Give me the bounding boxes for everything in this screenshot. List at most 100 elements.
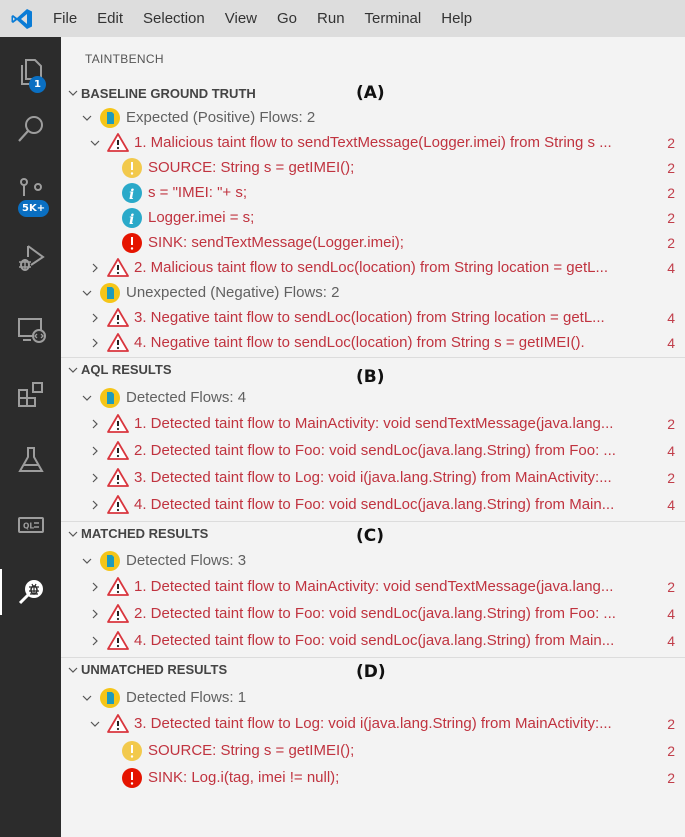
step-count: 2 xyxy=(667,184,675,201)
flow-step-info[interactable]: i s = "IMEI: "+ s; 2 xyxy=(61,180,685,205)
activity-testing[interactable] xyxy=(0,435,61,485)
section-baseline-ground-truth[interactable]: BASELINE GROUND TRUTH (A) xyxy=(61,81,685,105)
taintbench-bug-search-icon xyxy=(18,580,43,605)
source-warning-icon xyxy=(121,157,143,179)
taintbench-sidebar: TAINTBENCH BASELINE GROUND TRUTH (A) Exp… xyxy=(61,37,685,837)
warning-icon xyxy=(107,713,129,735)
step-count: 2 xyxy=(667,159,675,176)
chevron-right-icon xyxy=(87,606,103,622)
activity-explorer[interactable]: 1 xyxy=(0,47,61,97)
vscode-logo-icon[interactable] xyxy=(2,0,42,37)
group-label: Detected Flows: 1 xyxy=(126,689,247,706)
warning-icon xyxy=(107,576,129,598)
flow-item[interactable]: 1. Detected taint flow to MainActivity: … xyxy=(61,410,685,437)
flow-step-info[interactable]: i Logger.imei = s; 2 xyxy=(61,205,685,230)
flow-item[interactable]: 4. Detected taint flow to Foo: void send… xyxy=(61,627,685,654)
flow-item[interactable]: 2. Detected taint flow to Foo: void send… xyxy=(61,600,685,627)
flow-item[interactable]: 1. Detected taint flow to MainActivity: … xyxy=(61,573,685,600)
chevron-down-icon xyxy=(65,362,81,378)
group-detected-flows[interactable]: Detected Flows: 3 xyxy=(61,548,685,573)
flow-item[interactable]: 3. Detected taint flow to Log: void i(ja… xyxy=(61,464,685,491)
flow-file-icon xyxy=(99,107,121,129)
flow-label: 2. Detected taint flow to Foo: void send… xyxy=(134,605,616,622)
flow-file-icon xyxy=(99,550,121,572)
flow-file-icon xyxy=(99,687,121,709)
flow-label: 1. Detected taint flow to MainActivity: … xyxy=(134,415,614,432)
section-unmatched-results[interactable]: UNMATCHED RESULTS (D) xyxy=(61,657,685,682)
panel-label-a: (A) xyxy=(356,83,385,103)
warning-icon xyxy=(107,257,129,279)
group-unexpected-flows[interactable]: Unexpected (Negative) Flows: 2 xyxy=(61,280,685,305)
flow-step-sink[interactable]: SINK: sendTextMessage(Logger.imei); 2 xyxy=(61,230,685,255)
chevron-right-icon xyxy=(87,470,103,486)
activity-search[interactable] xyxy=(0,104,61,154)
section-matched-results[interactable]: MATCHED RESULTS (C) xyxy=(61,521,685,546)
menu-edit[interactable]: Edit xyxy=(87,0,133,37)
flow-step-source[interactable]: SOURCE: String s = getIMEI(); 2 xyxy=(61,737,685,764)
flow-item[interactable]: 4. Negative taint flow to sendLoc(locati… xyxy=(61,330,685,355)
menu-help[interactable]: Help xyxy=(431,0,482,37)
flow-count: 4 xyxy=(667,496,675,513)
flow-label: 3. Detected taint flow to Log: void i(ja… xyxy=(134,469,612,486)
group-label: Expected (Positive) Flows: 2 xyxy=(126,109,316,126)
sink-error-icon xyxy=(121,767,143,789)
group-label: Detected Flows: 3 xyxy=(126,552,247,569)
step-label: SINK: sendTextMessage(Logger.imei); xyxy=(148,234,404,251)
chevron-down-icon xyxy=(79,110,95,126)
flow-count: 4 xyxy=(667,259,675,276)
flow-item[interactable]: 1. Malicious taint flow to sendTextMessa… xyxy=(61,130,685,155)
flow-item[interactable]: 3. Detected taint flow to Log: void i(ja… xyxy=(61,710,685,737)
testing-icon xyxy=(17,447,44,472)
chevron-right-icon xyxy=(87,443,103,459)
flow-count: 2 xyxy=(667,715,675,732)
info-icon: i xyxy=(121,207,143,229)
extensions-icon xyxy=(17,382,43,407)
section-aql-results[interactable]: AQL RESULTS (B) xyxy=(61,357,685,387)
flow-label: 3. Negative taint flow to sendLoc(locati… xyxy=(134,309,605,326)
chevron-right-icon xyxy=(87,579,103,595)
flow-count: 2 xyxy=(667,469,675,486)
flow-item[interactable]: 4. Detected taint flow to Foo: void send… xyxy=(61,491,685,518)
warning-icon xyxy=(107,440,129,462)
section-title: AQL RESULTS xyxy=(81,362,172,377)
group-detected-flows[interactable]: Detected Flows: 4 xyxy=(61,385,685,410)
flow-label: 4. Negative taint flow to sendLoc(locati… xyxy=(134,334,585,351)
activity-extensions[interactable] xyxy=(0,370,61,420)
search-icon xyxy=(17,116,43,142)
menu-run[interactable]: Run xyxy=(307,0,355,37)
flow-step-source[interactable]: SOURCE: String s = getIMEI(); 2 xyxy=(61,155,685,180)
flow-item[interactable]: 2. Detected taint flow to Foo: void send… xyxy=(61,437,685,464)
flow-item[interactable]: 2. Malicious taint flow to sendLoc(locat… xyxy=(61,255,685,280)
activity-run-debug[interactable] xyxy=(0,232,61,282)
step-count: 2 xyxy=(667,209,675,226)
flow-step-sink[interactable]: SINK: Log.i(tag, imei != null); 2 xyxy=(61,764,685,791)
chevron-down-icon xyxy=(79,285,95,301)
warning-icon xyxy=(107,494,129,516)
step-count: 2 xyxy=(667,742,675,759)
chevron-right-icon xyxy=(87,633,103,649)
activity-bar: 1 5K+ QL xyxy=(0,37,61,837)
activity-source-control[interactable]: 5K+ xyxy=(0,167,61,217)
warning-icon xyxy=(107,132,129,154)
menu-view[interactable]: View xyxy=(215,0,267,37)
menu-terminal[interactable]: Terminal xyxy=(355,0,432,37)
menu-file[interactable]: File xyxy=(42,0,87,37)
sidebar-title: TAINTBENCH xyxy=(85,52,164,66)
menu-go[interactable]: Go xyxy=(267,0,307,37)
flow-count: 2 xyxy=(667,415,675,432)
svg-text:QL: QL xyxy=(23,522,34,531)
source-control-badge: 5K+ xyxy=(18,200,50,217)
flow-item[interactable]: 3. Negative taint flow to sendLoc(locati… xyxy=(61,305,685,330)
menu-selection[interactable]: Selection xyxy=(133,0,215,37)
remote-explorer-icon xyxy=(17,318,46,343)
activity-remote-explorer[interactable] xyxy=(0,304,61,354)
group-expected-flows[interactable]: Expected (Positive) Flows: 2 xyxy=(61,105,685,130)
step-label: SOURCE: String s = getIMEI(); xyxy=(148,159,355,176)
warning-icon xyxy=(107,332,129,354)
activity-taintbench[interactable] xyxy=(0,567,61,617)
group-detected-flows[interactable]: Detected Flows: 1 xyxy=(61,685,685,710)
activity-ql[interactable]: QL xyxy=(0,500,61,550)
ql-icon: QL xyxy=(17,517,44,533)
chevron-right-icon xyxy=(87,416,103,432)
chevron-down-icon xyxy=(87,135,103,151)
